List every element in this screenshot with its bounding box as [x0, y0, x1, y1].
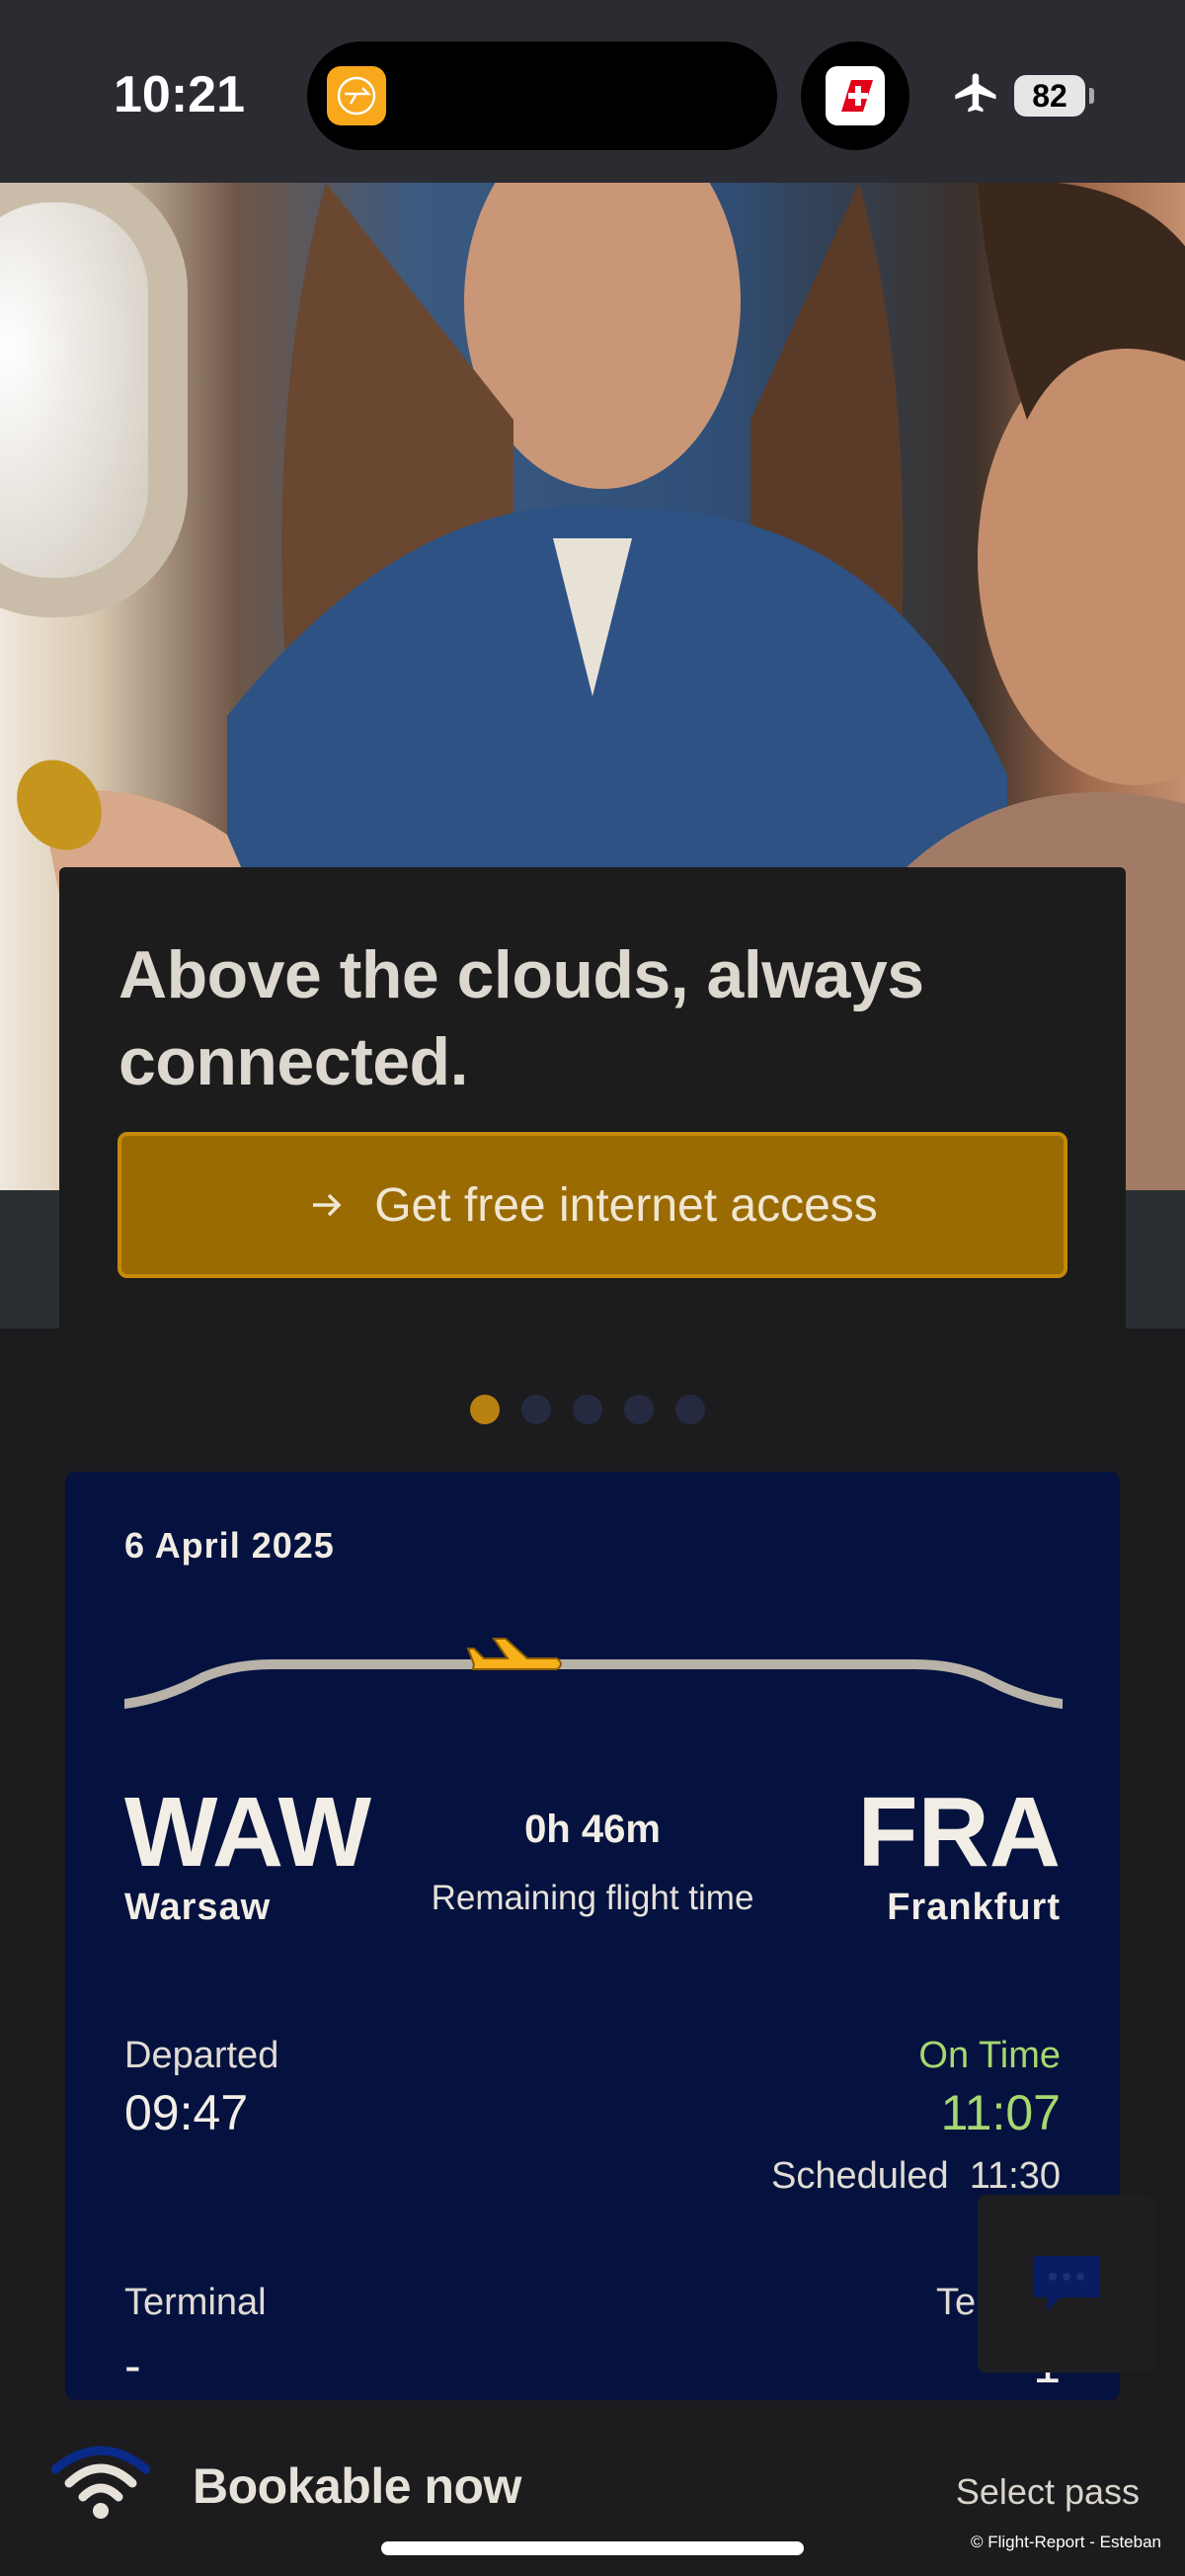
carousel-dot[interactable]	[470, 1395, 500, 1424]
promo-title: Above the clouds, always connected.	[118, 937, 924, 1099]
lufthansa-app-icon[interactable]	[327, 66, 386, 125]
departed-label: Departed	[124, 2035, 279, 2076]
airplane-icon	[955, 73, 996, 113]
origin-city: Warsaw	[124, 1887, 272, 1928]
promo-card: Above the clouds, always connected. Get …	[59, 867, 1126, 1331]
carousel-dot[interactable]	[521, 1395, 551, 1424]
flight-date: 6 April 2025	[124, 1525, 335, 1566]
arrow-right-icon	[313, 1193, 342, 1217]
bookable-label: Bookable now	[193, 2458, 521, 2514]
arrival-status: On Time	[918, 2035, 1061, 2076]
carousel-dot[interactable]	[573, 1395, 602, 1424]
destination-code: FRA	[857, 1777, 1061, 1888]
get-internet-label: Get free internet access	[374, 1178, 878, 1232]
departure-time: 09:47	[124, 2085, 249, 2140]
airplane-progress-icon	[466, 1638, 562, 1670]
battery-indicator: 82	[1014, 75, 1094, 117]
carousel-dot[interactable]	[675, 1395, 705, 1424]
chat-button[interactable]	[978, 2195, 1155, 2373]
flight-progress-route	[124, 1638, 1063, 1709]
scheduled-arrival: Scheduled 11:30	[771, 2155, 1061, 2197]
arrival-time: 11:07	[940, 2085, 1061, 2140]
departure-terminal: -	[124, 2338, 141, 2393]
terminal-label: Terminal	[124, 2282, 267, 2323]
origin-code: WAW	[124, 1777, 371, 1888]
status-bar: 10:21 82	[0, 0, 1185, 183]
select-pass-link[interactable]: Select pass	[956, 2471, 1140, 2513]
carousel-dots[interactable]	[470, 1395, 705, 1424]
home-indicator[interactable]	[381, 2541, 804, 2555]
get-internet-button[interactable]: Get free internet access	[118, 1132, 1067, 1278]
remaining-time: 0h 46m	[524, 1808, 661, 1851]
chat-bubble-icon	[1033, 2256, 1100, 2311]
remaining-time-label: Remaining flight time	[431, 1879, 754, 1917]
dynamic-island[interactable]	[307, 41, 777, 150]
swiss-app-icon[interactable]	[801, 41, 909, 150]
photo-credit: © Flight-Report - Esteban	[971, 2533, 1161, 2551]
bottom-bar: Bookable now Select pass © Flight-Report…	[0, 2400, 1185, 2576]
flight-status-card[interactable]: 6 April 2025 WAW FRA Warsaw Frankfurt 0h…	[65, 1472, 1120, 2400]
destination-city: Frankfurt	[887, 1887, 1061, 1928]
wifi-icon	[51, 2446, 150, 2519]
carousel-dot[interactable]	[624, 1395, 654, 1424]
clock: 10:21	[114, 66, 245, 123]
